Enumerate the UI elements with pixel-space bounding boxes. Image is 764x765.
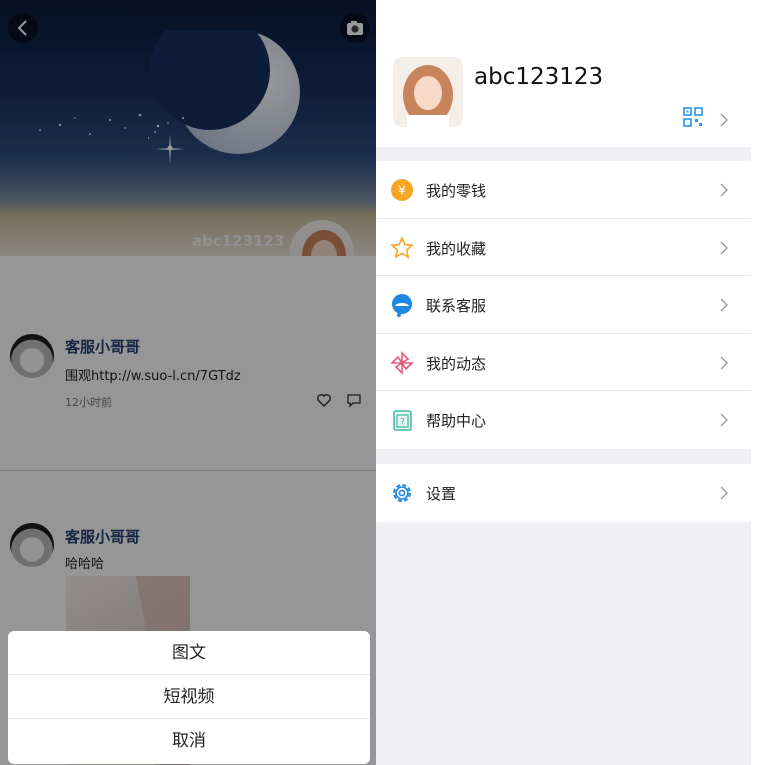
chevron-right-icon (720, 298, 728, 312)
menu-item-favorites[interactable]: 我的收藏 (376, 219, 751, 277)
star-icon (390, 235, 414, 259)
action-short-video[interactable]: 短视频 (8, 675, 370, 719)
profile-username: abc123123 (474, 64, 604, 90)
svg-text:?: ? (400, 418, 405, 428)
action-cancel[interactable]: 取消 (8, 719, 370, 763)
menu-label: 我的动态 (426, 354, 487, 373)
chevron-right-icon (720, 241, 728, 255)
menu-label: 联系客服 (426, 297, 487, 316)
profile-header[interactable]: abc123123 (376, 0, 751, 147)
moments-page: abc123123 客服小哥哥 围观http://w.suo-l.cn/7GTd… (0, 0, 376, 765)
service-icon (392, 294, 412, 318)
action-image-text[interactable]: 图文 (8, 631, 370, 675)
gear-icon (393, 484, 411, 502)
menu-item-help[interactable]: ? 帮助中心 (376, 391, 751, 449)
chevron-right-icon (720, 486, 728, 500)
chevron-right-icon (720, 413, 728, 427)
profile-avatar[interactable] (393, 57, 463, 127)
menu-group: ¥ 我的零钱 我的收藏 联系客服 我的动态 ? 帮助中心 (376, 161, 751, 449)
qr-code-icon[interactable] (683, 107, 703, 127)
chevron-right-icon (720, 113, 728, 127)
coin-icon: ¥ (391, 179, 413, 201)
menu-item-moments[interactable]: 我的动态 (376, 334, 751, 392)
pinwheel-icon (390, 350, 414, 375)
menu-label: 设置 (426, 485, 457, 503)
chevron-right-icon (720, 356, 728, 370)
menu-item-customer-service[interactable]: 联系客服 (376, 276, 751, 334)
menu-item-settings[interactable]: 设置 (376, 464, 751, 522)
menu-item-wallet[interactable]: ¥ 我的零钱 (376, 161, 751, 219)
menu-label: 帮助中心 (426, 412, 487, 431)
menu-label: 我的零钱 (426, 182, 487, 200)
menu-label: 我的收藏 (426, 239, 487, 258)
svg-text:¥: ¥ (398, 184, 406, 198)
avatar-photo (393, 57, 463, 127)
menu-group: 设置 (376, 464, 751, 522)
profile-page: abc123123 ¥ 我的零钱 我的收藏 联系客服 我的动态 ? 帮助中心 设… (376, 0, 751, 765)
chevron-right-icon (720, 183, 728, 197)
help-icon: ? (393, 410, 412, 432)
action-sheet: 图文 短视频 取消 (8, 631, 370, 764)
